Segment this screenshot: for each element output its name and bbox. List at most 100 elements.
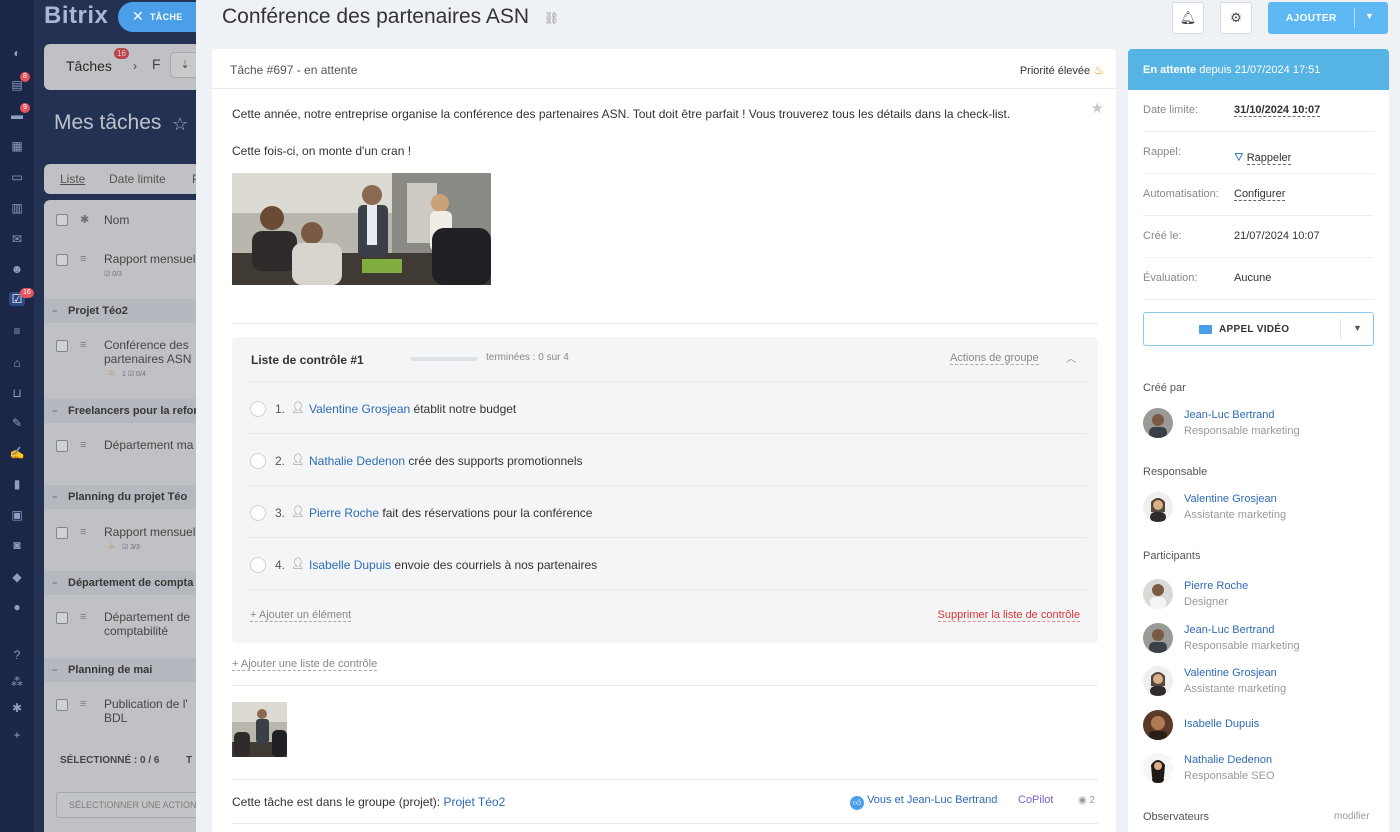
cart-icon[interactable]: ⊔: [9, 386, 25, 400]
checklist-item-person-name[interactable]: Nathalie Dedenon: [309, 454, 405, 468]
person-created-by[interactable]: Jean-Luc Bertrand Responsable marketing: [1143, 407, 1374, 441]
checklist-item-number: 4.: [275, 558, 286, 572]
person-participant[interactable]: Pierre Roche Designer: [1143, 578, 1374, 612]
close-task-button[interactable]: ✕ TÂCHE: [118, 2, 196, 32]
calendar-icon[interactable]: ▦: [9, 139, 25, 153]
add-checklist-label[interactable]: + Ajouter une liste de contrôle: [232, 658, 378, 671]
check-circle-icon[interactable]: ●: [9, 600, 25, 614]
drive-icon[interactable]: ▥: [9, 201, 25, 215]
avatar-image: [1143, 623, 1173, 653]
automation-link[interactable]: Configurer: [1234, 188, 1286, 201]
delete-checklist-link[interactable]: Supprimer la liste de contrôle: [937, 609, 1080, 622]
avatar[interactable]: [1143, 623, 1173, 653]
group-actions-link[interactable]: Actions de groupe: [950, 352, 1039, 365]
status-since: depuis 21/07/2024 17:51: [1196, 64, 1321, 76]
video-call-button[interactable]: APPEL VIDÉO ▼: [1143, 312, 1374, 346]
help-icon[interactable]: ?: [9, 648, 25, 662]
checklist-item-checkbox[interactable]: [250, 453, 266, 469]
add-item-label[interactable]: + Ajouter un élément: [250, 609, 352, 622]
avatar[interactable]: [1143, 408, 1173, 438]
person-role: Responsable SEO: [1184, 770, 1275, 782]
stream-icon[interactable]: ◐: [9, 46, 25, 60]
chevron-up-icon[interactable]: ︿: [1066, 350, 1076, 365]
person-name[interactable]: Jean-Luc Bertrand: [1184, 624, 1275, 636]
checklist-item-checkbox[interactable]: [250, 401, 266, 417]
person-name[interactable]: Isabelle Dupuis: [1184, 718, 1259, 730]
add-item-link[interactable]: + Ajouter un élément: [250, 609, 352, 622]
checklist-item[interactable]: 2. 👤︎ Nathalie Dedenon crée des supports…: [248, 433, 1086, 485]
person-name[interactable]: Nathalie Dedenon: [1184, 754, 1272, 766]
project-link[interactable]: Projet Téo2: [443, 795, 505, 809]
person-name[interactable]: Jean-Luc Bertrand: [1184, 409, 1275, 421]
person-name[interactable]: Valentine Grosjean: [1184, 493, 1277, 505]
link-icon[interactable]: ⛓: [544, 11, 559, 25]
field-automation: Automatisation: Configurer: [1143, 174, 1374, 216]
reminder-label[interactable]: Rappeler: [1246, 152, 1292, 165]
person-participant[interactable]: Nathalie Dedenon Responsable SEO: [1143, 752, 1374, 786]
chevron-down-icon[interactable]: ▼: [1353, 323, 1362, 333]
reminder-link[interactable]: 🜄 Rappeler: [1234, 146, 1292, 168]
observers-edit-link[interactable]: modifier: [1334, 811, 1370, 822]
mail-icon[interactable]: ✉: [9, 232, 25, 246]
checklist-item-person-name[interactable]: Isabelle Dupuis: [309, 558, 391, 572]
plus-icon[interactable]: +: [9, 728, 25, 742]
status-label: En attente: [1143, 64, 1197, 76]
checklist-item-person-name[interactable]: Pierre Roche: [309, 506, 379, 520]
priority-indicator[interactable]: Priorité élevée ♨: [1020, 63, 1104, 77]
avatar[interactable]: [1143, 579, 1173, 609]
settings-icon[interactable]: ✱: [9, 701, 25, 715]
settings-button[interactable]: ⚙: [1220, 2, 1252, 34]
add-checklist-link[interactable]: + Ajouter une liste de contrôle: [232, 658, 378, 671]
docs-icon[interactable]: ▭: [9, 170, 25, 184]
person-name[interactable]: Pierre Roche: [1184, 580, 1248, 592]
bank-icon[interactable]: ⌂: [9, 356, 25, 370]
checklist-item[interactable]: 3. 👤︎ Pierre Roche fait des réservations…: [248, 485, 1086, 537]
checklist-item-checkbox[interactable]: [250, 505, 266, 521]
filter-icon[interactable]: ≡: [9, 324, 25, 338]
avatar[interactable]: [1143, 710, 1173, 740]
checklist-item-number: 1.: [275, 402, 286, 416]
checklist-item-person-name[interactable]: Valentine Grosjean: [309, 402, 410, 416]
star-icon[interactable]: ★: [1091, 99, 1104, 117]
likes-text[interactable]: Vous et Jean-Luc Bertrand: [867, 794, 997, 806]
checklist-item-person[interactable]: Pierre Roche fait des réservations pour …: [309, 506, 592, 520]
avatar-image: [1143, 492, 1173, 522]
avatar[interactable]: [1143, 666, 1173, 696]
checklist-item-text: établit notre budget: [410, 402, 517, 416]
person-responsible[interactable]: Valentine Grosjean Assistante marketing: [1143, 491, 1374, 525]
person-participant[interactable]: Valentine Grosjean Assistante marketing: [1143, 665, 1374, 699]
checklist-item-number: 3.: [275, 506, 286, 520]
checklist-item-checkbox[interactable]: [250, 557, 266, 573]
edit-icon[interactable]: ✎: [9, 416, 25, 430]
field-label: Évaluation:: [1143, 272, 1198, 284]
field-label: Date limite:: [1143, 104, 1199, 116]
structure-icon[interactable]: ⁂: [9, 675, 25, 689]
person-participant[interactable]: Isabelle Dupuis: [1143, 709, 1374, 743]
likes[interactable]: 👍︎ Vous et Jean-Luc Bertrand: [850, 794, 997, 810]
checklist-item-person[interactable]: Valentine Grosjean établit notre budget: [309, 402, 516, 416]
checklist-item-person[interactable]: Isabelle Dupuis envoie des courriels à n…: [309, 558, 597, 572]
add-button[interactable]: AJOUTER ▼: [1268, 2, 1388, 34]
avatar[interactable]: [1143, 492, 1173, 522]
bell-button[interactable]: 🔔︎: [1172, 2, 1204, 34]
analytics-icon[interactable]: ▮: [9, 477, 25, 491]
deadline-value[interactable]: 31/10/2024 10:07: [1234, 104, 1321, 117]
checklist-title[interactable]: Liste de contrôle #1: [251, 353, 364, 367]
meeting-photo[interactable]: [232, 173, 491, 285]
person-name[interactable]: Valentine Grosjean: [1184, 667, 1277, 679]
robot-icon[interactable]: ◙: [9, 538, 25, 552]
checklist-item[interactable]: 1. 👤︎ Valentine Grosjean établit notre b…: [248, 381, 1086, 433]
checklist-item[interactable]: 4. 👤︎ Isabelle Dupuis envoie des courrie…: [248, 537, 1086, 589]
checklist-item-person[interactable]: Nathalie Dedenon crée des supports promo…: [309, 454, 583, 468]
chevron-down-icon[interactable]: ▼: [1365, 11, 1374, 21]
eye-icon: ◉: [1078, 795, 1087, 806]
contact-center-icon[interactable]: ▣: [9, 508, 25, 522]
rating-value[interactable]: Aucune: [1234, 272, 1271, 284]
store-icon[interactable]: ◆: [9, 570, 25, 584]
person-participant[interactable]: Jean-Luc Bertrand Responsable marketing: [1143, 622, 1374, 656]
avatar[interactable]: [1143, 753, 1173, 783]
groups-icon[interactable]: ☻: [9, 262, 25, 276]
attachment-thumbnail[interactable]: [232, 702, 287, 757]
copilot-link[interactable]: CoPilot: [1018, 794, 1053, 806]
sign-icon[interactable]: ✍: [9, 446, 25, 460]
